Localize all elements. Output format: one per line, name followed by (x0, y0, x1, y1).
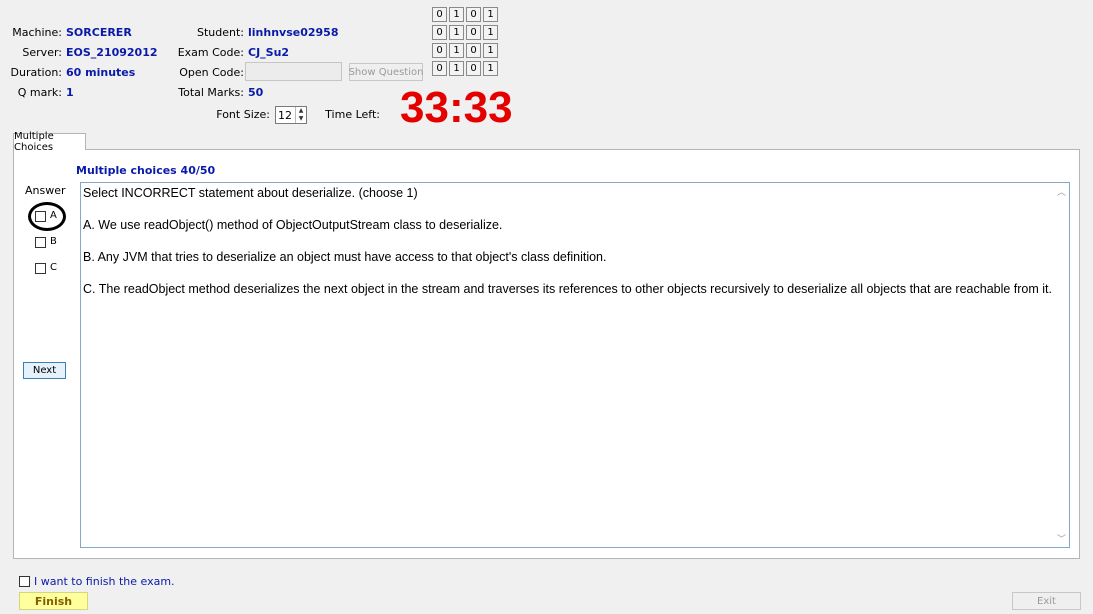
bit-cell: 0 (466, 7, 481, 22)
scroll-up-icon[interactable]: ︿ (1057, 185, 1066, 198)
stepper-up-icon[interactable]: ▲ (296, 107, 306, 115)
answer-label-c: C (50, 262, 57, 273)
machine-value: SORCERER (66, 26, 132, 39)
bit-row: 0 1 0 1 (432, 43, 506, 59)
time-left-label: Time Left: (325, 108, 380, 121)
open-code-label: Open Code: (179, 66, 244, 79)
show-question-button[interactable]: Show Question (349, 63, 423, 81)
bit-cell: 0 (432, 43, 447, 58)
bit-row: 0 1 0 1 (432, 7, 506, 23)
bit-cell: 1 (483, 7, 498, 22)
answer-checkbox-b[interactable] (35, 237, 46, 248)
bit-cell: 0 (466, 43, 481, 58)
bit-cell: 0 (466, 25, 481, 40)
duration-value: 60 minutes (66, 66, 136, 79)
font-size-stepper[interactable]: 12 ▲ ▼ (275, 106, 307, 124)
bit-row: 0 1 0 1 (432, 61, 506, 77)
server-value: EOS_21092012 (66, 46, 158, 59)
exam-code-label: Exam Code: (177, 46, 244, 59)
machine-label: Machine: (12, 26, 62, 39)
scroll-down-icon[interactable]: ﹀ (1057, 532, 1066, 545)
bit-cell: 0 (466, 61, 481, 76)
bit-cell: 1 (483, 25, 498, 40)
question-heading: Multiple choices 40/50 (76, 164, 216, 177)
bit-cell: 0 (432, 25, 447, 40)
stepper-arrows[interactable]: ▲ ▼ (295, 107, 306, 123)
exit-button[interactable]: Exit (1012, 592, 1081, 610)
highlight-circle (28, 202, 66, 231)
question-textbox[interactable]: Select INCORRECT statement about deseria… (80, 182, 1070, 548)
question-prompt: Select INCORRECT statement about deseria… (83, 186, 418, 200)
font-size-value: 12 (278, 108, 292, 122)
answer-checkbox-c[interactable] (35, 263, 46, 274)
bit-grid: 0 1 0 1 0 1 0 1 0 1 0 1 0 1 0 1 (432, 7, 506, 79)
answer-label-b: B (50, 236, 57, 247)
bit-cell: 1 (449, 7, 464, 22)
question-text: Select INCORRECT statement about deseria… (83, 185, 1053, 313)
bit-cell: 1 (449, 25, 464, 40)
bit-cell: 1 (483, 43, 498, 58)
total-marks-value: 50 (248, 86, 264, 99)
qmark-label: Q mark: (17, 86, 62, 99)
next-button[interactable]: Next (23, 362, 66, 379)
student-label: Student: (196, 26, 244, 39)
finish-exam-label: I want to finish the exam. (34, 575, 175, 588)
exam-code-value: CJ_Su2 (248, 46, 290, 59)
font-size-label: Font Size: (216, 108, 270, 121)
bit-cell: 0 (432, 61, 447, 76)
tab-multiple-choices[interactable]: Multiple Choices (13, 131, 86, 153)
question-option-b: B. Any JVM that tries to deserialize an … (83, 250, 607, 264)
stepper-down-icon[interactable]: ▼ (296, 115, 306, 123)
bit-cell: 1 (449, 43, 464, 58)
answer-label: Answer (25, 184, 66, 197)
student-value: linhnvse02958 (248, 26, 339, 39)
finish-exam-checkbox[interactable] (19, 576, 30, 587)
bit-cell: 1 (449, 61, 464, 76)
server-label: Server: (22, 46, 62, 59)
open-code-input[interactable] (245, 62, 342, 81)
question-option-c: C. The readObject method deserializes th… (83, 282, 1052, 296)
time-left-countdown: 33:33 (400, 83, 513, 132)
bit-cell: 0 (432, 7, 447, 22)
finish-button[interactable]: Finish (19, 592, 88, 610)
duration-label: Duration: (10, 66, 62, 79)
bit-cell: 1 (483, 61, 498, 76)
bit-row: 0 1 0 1 (432, 25, 506, 41)
qmark-value: 1 (66, 86, 74, 99)
total-marks-label: Total Marks: (178, 86, 244, 99)
question-option-a: A. We use readObject() method of ObjectO… (83, 218, 503, 232)
